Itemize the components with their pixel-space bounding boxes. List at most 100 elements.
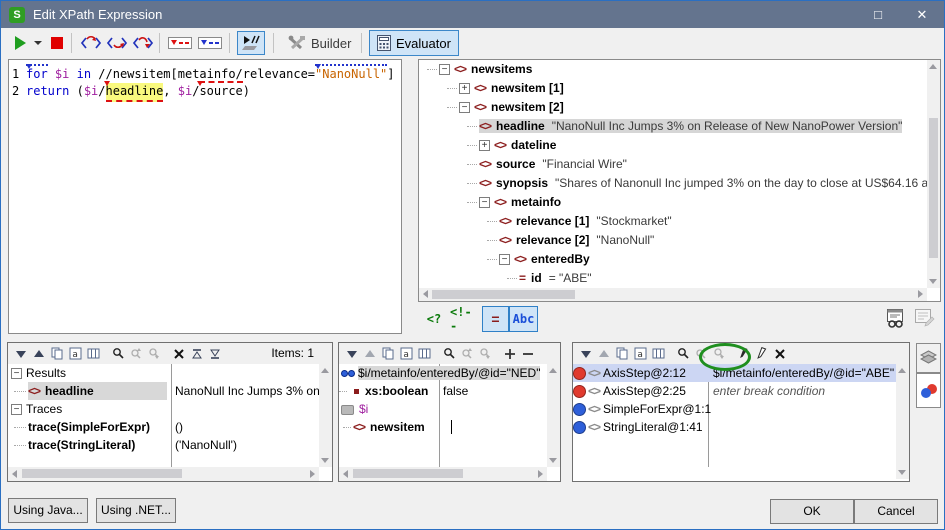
- ok-button[interactable]: OK: [770, 499, 854, 524]
- result-value: NanoNull Inc Jumps 3% on: [175, 382, 319, 400]
- sort-asc-icon[interactable]: [31, 346, 47, 361]
- results-vertical-scrollbar[interactable]: [319, 364, 332, 467]
- tree-horizontal-scrollbar[interactable]: [419, 288, 927, 301]
- breakpoint-row[interactable]: <>AxisStep@2:12$i/metainfo/enteredBy/@id…: [573, 364, 896, 382]
- find-icon[interactable]: a: [67, 346, 83, 361]
- collapse-toggle[interactable]: −: [479, 197, 490, 208]
- expand-toggle[interactable]: +: [479, 140, 490, 151]
- copy-icon[interactable]: [614, 346, 630, 361]
- minus-icon[interactable]: [520, 346, 536, 361]
- breakpoints-vertical-scrollbar[interactable]: [896, 364, 909, 479]
- xpath-expression-editor[interactable]: 1for $i in //newsitem[metainfo/relevance…: [8, 59, 402, 334]
- clear-x-icon[interactable]: [171, 346, 187, 361]
- result-row[interactable]: −Traces: [8, 400, 319, 418]
- copy-icon[interactable]: [380, 346, 396, 361]
- show-attributes-toggle[interactable]: =: [482, 306, 509, 332]
- xml-tree-row[interactable]: <>relevance [2]"NanoNull": [419, 231, 927, 250]
- step-out-button[interactable]: [105, 31, 129, 55]
- step-into-icon: [80, 35, 102, 51]
- result-row[interactable]: −Results: [8, 364, 319, 382]
- xml-tree-row[interactable]: −<>newsitem [2]: [419, 98, 927, 117]
- results-horizontal-scrollbar[interactable]: [8, 467, 319, 481]
- cancel-button[interactable]: Cancel: [854, 499, 938, 524]
- sort-desc-icon[interactable]: [578, 346, 594, 361]
- evaluator-button[interactable]: Evaluator: [369, 30, 459, 56]
- xml-tree-row[interactable]: −<>newsitems: [419, 60, 927, 79]
- xml-tree-row[interactable]: <>relevance [1]"Stockmarket": [419, 212, 927, 231]
- find-icon[interactable]: a: [398, 346, 414, 361]
- collapse-toggle[interactable]: −: [11, 404, 22, 415]
- columns-icon[interactable]: [650, 346, 666, 361]
- magnifier-icon[interactable]: [110, 346, 126, 361]
- collapse-bottom-icon[interactable]: [207, 346, 223, 361]
- stop-debugging-button[interactable]: [49, 31, 65, 55]
- node-value: = "ABE": [549, 271, 592, 285]
- clear-x-icon[interactable]: [772, 346, 788, 361]
- edit-result-button[interactable]: [913, 309, 935, 329]
- result-row[interactable]: trace(StringLiteral)('NanoNull'): [8, 436, 319, 454]
- xml-tree-row[interactable]: <>headline"NanoNull Inc Jumps 3% on Rele…: [419, 117, 927, 136]
- watch-row[interactable]: xs:booleanfalse: [339, 382, 547, 400]
- show-comments-toggle[interactable]: <!--: [450, 306, 476, 332]
- breakpoint-row[interactable]: <>SimpleForExpr@1:1: [573, 400, 896, 418]
- using-java-button[interactable]: Using Java...: [8, 498, 88, 523]
- insert-breakpoint-button[interactable]: [167, 31, 193, 55]
- insert-tracepoint-button[interactable]: [197, 31, 223, 55]
- expand-toggle[interactable]: +: [459, 83, 470, 94]
- show-text-toggle[interactable]: Abc: [509, 306, 538, 332]
- xml-tree-row[interactable]: =id= "ABE": [419, 269, 927, 288]
- using-net-button[interactable]: Using .NET...: [96, 498, 176, 523]
- pen-filled-icon[interactable]: [736, 346, 752, 361]
- columns-icon[interactable]: [85, 346, 101, 361]
- magnifier-icon[interactable]: [441, 346, 457, 361]
- find-icon[interactable]: a: [632, 346, 648, 361]
- step-into-button[interactable]: [79, 31, 103, 55]
- xml-tree-row[interactable]: −<>enteredBy: [419, 250, 927, 269]
- node-name: headline: [496, 119, 545, 133]
- show-processing-instructions-toggle[interactable]: <?: [424, 306, 444, 332]
- element-icon: <>: [479, 119, 491, 133]
- copy-icon[interactable]: [49, 346, 65, 361]
- xml-tree-row[interactable]: +<>dateline: [419, 136, 927, 155]
- result-row[interactable]: trace(SimpleForExpr)(): [8, 418, 319, 436]
- pen-outline-icon[interactable]: [754, 346, 770, 361]
- result-row[interactable]: <>headlineNanoNull Inc Jumps 3% on: [8, 382, 319, 400]
- sort-desc-icon[interactable]: [13, 346, 29, 361]
- columns-icon[interactable]: [416, 346, 432, 361]
- debug-mode-toggle[interactable]: [237, 31, 265, 55]
- code-line[interactable]: 2return ($i/headline, $i/source): [9, 83, 401, 100]
- plus-icon[interactable]: [502, 346, 518, 361]
- close-button[interactable]: ✕: [900, 1, 944, 28]
- maximize-button[interactable]: □: [856, 1, 900, 28]
- collapse-top-icon[interactable]: [189, 346, 205, 361]
- tab-breakpoints[interactable]: [916, 373, 941, 408]
- tree-vertical-scrollbar[interactable]: [927, 60, 940, 288]
- tree-leader: [507, 278, 517, 280]
- watch-row[interactable]: <>newsitem: [339, 418, 547, 436]
- watch-horizontal-scrollbar[interactable]: [339, 467, 547, 481]
- builder-button[interactable]: Builder: [281, 30, 358, 56]
- code-token: $i: [55, 67, 69, 81]
- collapse-toggle[interactable]: −: [459, 102, 470, 113]
- xml-tree-row[interactable]: +<>newsitem [1]: [419, 79, 927, 98]
- collapse-toggle[interactable]: −: [439, 64, 450, 75]
- start-debugging-dropdown[interactable]: [33, 31, 43, 55]
- collapse-toggle[interactable]: −: [499, 254, 510, 265]
- sort-desc-icon[interactable]: [344, 346, 360, 361]
- step-over-button[interactable]: [131, 31, 155, 55]
- xml-tree-row[interactable]: −<>metainfo: [419, 193, 927, 212]
- xml-tree-row[interactable]: <>source"Financial Wire": [419, 155, 927, 174]
- code-token: (: [69, 84, 83, 98]
- magnifier-icon[interactable]: [675, 346, 691, 361]
- watch-row[interactable]: $i/metainfo/enteredBy/@id="NED": [339, 364, 547, 382]
- watch-row[interactable]: $i: [339, 400, 547, 418]
- tab-watch-layers[interactable]: [916, 343, 941, 373]
- watch-vertical-scrollbar[interactable]: [547, 364, 560, 467]
- collapse-toggle[interactable]: −: [11, 368, 22, 379]
- breakpoint-row[interactable]: <>AxisStep@2:25enter break condition: [573, 382, 896, 400]
- start-debugging-button[interactable]: [13, 31, 27, 55]
- mag-up-icon: [459, 346, 475, 361]
- xml-tree-row[interactable]: <>synopsis"Shares of Nanonull Inc jumped…: [419, 174, 927, 193]
- show-result-in-window-button[interactable]: [885, 309, 907, 329]
- breakpoint-row[interactable]: <>StringLiteral@1:41: [573, 418, 896, 436]
